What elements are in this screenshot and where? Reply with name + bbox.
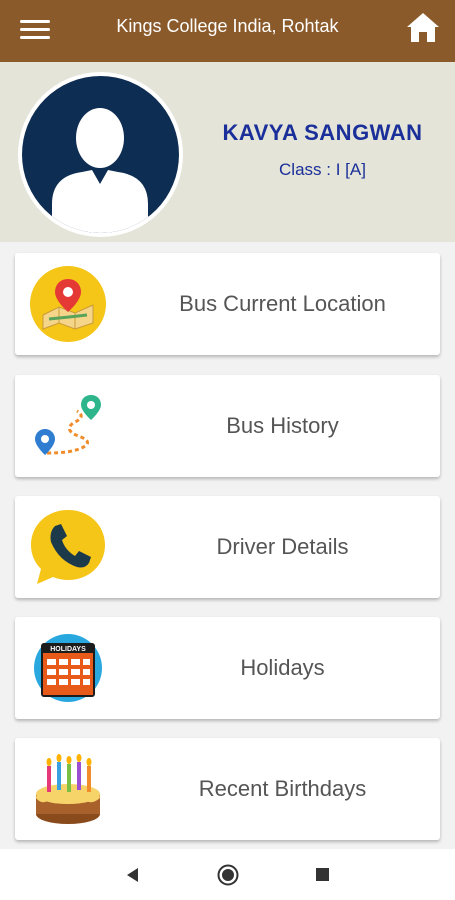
map-pin-icon bbox=[29, 265, 107, 343]
menu-label: Bus History bbox=[226, 413, 339, 438]
app-title: Kings College India, Rohtak bbox=[116, 16, 339, 36]
phone-chat-icon bbox=[29, 508, 107, 586]
menu-card-bus-history[interactable]: Bus History bbox=[15, 375, 440, 477]
system-nav-bar bbox=[0, 849, 455, 900]
menu-card-holidays[interactable]: HOLIDAYS Holidays bbox=[15, 617, 440, 719]
home-icon[interactable] bbox=[405, 10, 441, 46]
holidays-calendar-icon: HOLIDAYS bbox=[29, 629, 107, 707]
app-bar: Kings College India, Rohtak bbox=[0, 0, 455, 62]
menu-label: Driver Details bbox=[216, 534, 349, 559]
person-silhouette-icon bbox=[22, 76, 179, 233]
menu-card-recent-birthdays[interactable]: Recent Birthdays bbox=[15, 738, 440, 840]
student-name: KAVYA SANGWAN bbox=[222, 120, 423, 145]
menu-card-driver-details[interactable]: Driver Details bbox=[15, 496, 440, 598]
student-class: Class : I [A] bbox=[279, 160, 366, 179]
home-circle-icon[interactable] bbox=[217, 864, 239, 886]
menu-label: Recent Birthdays bbox=[198, 776, 367, 801]
route-icon bbox=[29, 387, 107, 465]
holidays-icon-text: HOLIDAYS bbox=[50, 646, 86, 653]
menu-card-bus-current-location[interactable]: Bus Current Location bbox=[15, 253, 440, 355]
avatar bbox=[18, 72, 183, 237]
birthday-cake-icon bbox=[29, 750, 107, 828]
menu-label: Bus Current Location bbox=[179, 291, 386, 316]
recents-square-icon[interactable] bbox=[315, 867, 330, 882]
menu-label: Holidays bbox=[240, 655, 325, 680]
back-triangle-icon[interactable] bbox=[124, 866, 142, 884]
profile-header: KAVYA SANGWAN Class : I [A] bbox=[0, 62, 455, 242]
